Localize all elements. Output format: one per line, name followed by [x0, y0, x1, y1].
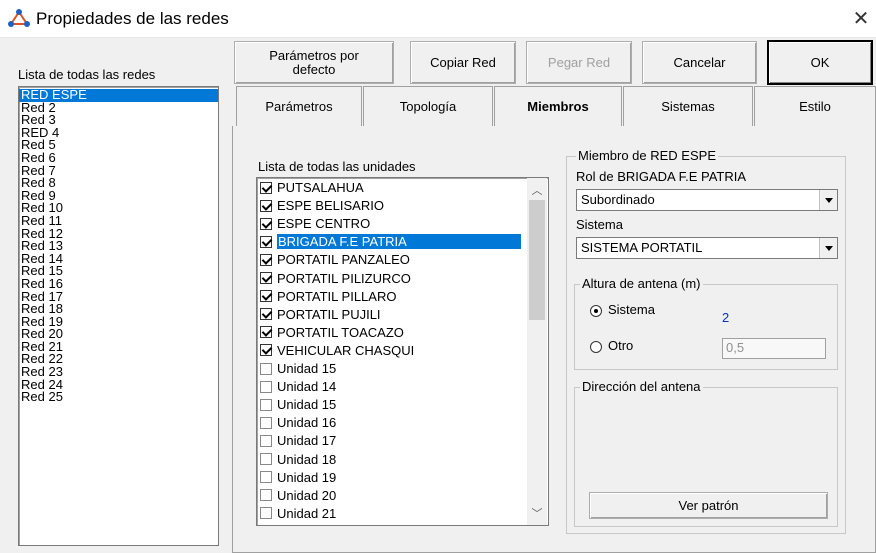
tab-miembros[interactable]: Miembros	[494, 86, 622, 126]
antenna-height-title: Altura de antena (m)	[580, 276, 703, 291]
units-scrollbar[interactable]: ︿ ﹀	[527, 178, 547, 525]
networks-list-header: Lista de todas las redes	[18, 67, 156, 82]
tab-topologia[interactable]: Topología	[363, 86, 493, 126]
unit-list-item[interactable]: PORTATIL PANZALEO	[260, 251, 410, 268]
unit-checkbox[interactable]	[260, 326, 272, 339]
ok-button[interactable]: OK	[768, 41, 872, 84]
antenna-direction-title: Dirección del antena	[580, 379, 703, 394]
unit-checkbox[interactable]	[260, 290, 272, 303]
system-label: Sistema	[576, 217, 623, 232]
unit-label: PORTATIL PILIZURCO	[277, 270, 411, 286]
unit-checkbox[interactable]	[260, 253, 272, 266]
close-icon[interactable]: ✕	[846, 0, 876, 38]
unit-checkbox[interactable]	[260, 398, 272, 411]
unit-list-item[interactable]: PORTATIL PUJILI	[260, 306, 381, 323]
tab-estilo[interactable]: Estilo	[754, 86, 876, 126]
role-select[interactable]: Subordinado	[576, 189, 838, 211]
unit-checkbox[interactable]	[260, 507, 272, 520]
unit-label: Unidad 15	[277, 397, 337, 413]
unit-checkbox[interactable]	[260, 434, 272, 447]
unit-checkbox[interactable]	[260, 217, 272, 230]
networks-list[interactable]: RED ESPE Red 2 Red 3 RED 4 Red 5 Red 6 Red 7 Re…	[18, 86, 219, 546]
unit-list-item[interactable]: Unidad 15	[260, 396, 336, 413]
unit-label: Unidad 15	[277, 361, 337, 376]
scroll-down-icon[interactable]: ﹀	[527, 505, 547, 523]
scroll-thumb[interactable]	[529, 200, 545, 320]
unit-checkbox[interactable]	[260, 308, 272, 321]
unit-list-item[interactable]: Unidad 16	[260, 414, 336, 431]
unit-list-item[interactable]: BRIGADA F.E PATRIA	[260, 233, 521, 250]
unit-label: PORTATIL PANZALEO	[277, 252, 410, 268]
unit-list-item[interactable]: ESPE BELISARIO	[260, 197, 384, 214]
unit-label: Unidad 20	[277, 487, 337, 503]
unit-checkbox[interactable]	[260, 181, 272, 194]
cancel-button[interactable]: Cancelar	[642, 41, 757, 84]
system-height-label: Sistema	[608, 302, 655, 317]
unit-list-item[interactable]: Unidad 17	[260, 432, 336, 449]
unit-list-item[interactable]: PORTATIL PILIZURCO	[260, 270, 411, 287]
system-height-value: 2	[722, 310, 730, 325]
unit-list-item[interactable]: Unidad 21	[260, 505, 336, 522]
default-parameters-button[interactable]: Parámetros por defecto	[234, 41, 394, 84]
network-list-item[interactable]: Red 25	[19, 390, 218, 404]
copy-network-button[interactable]: Copiar Red	[410, 41, 516, 84]
unit-checkbox[interactable]	[260, 489, 272, 502]
other-height-input[interactable]: 0,5	[722, 338, 826, 359]
unit-list-item[interactable]: PORTATIL TOACAZO	[260, 324, 404, 341]
unit-label: Unidad 14	[277, 379, 337, 395]
unit-label: PORTATIL TOACAZO	[277, 324, 404, 340]
unit-label: ESPE BELISARIO	[277, 198, 384, 214]
unit-label: VEHICULAR CHASQUI	[277, 342, 415, 358]
unit-label: PORTATIL PILLARO	[277, 288, 397, 304]
unit-checkbox[interactable]	[260, 362, 272, 375]
unit-checkbox[interactable]	[260, 380, 272, 393]
unit-checkbox[interactable]	[260, 453, 272, 465]
role-label: Rol de BRIGADA F.E PATRIA	[576, 169, 747, 184]
default-parameters-label: Parámetros por defecto	[269, 47, 359, 77]
unit-label: PORTATIL PUJILI	[277, 306, 381, 322]
unit-checkbox[interactable]	[260, 471, 272, 484]
member-group-title: Miembro de RED ESPE	[576, 148, 718, 163]
unit-list-item[interactable]: PORTATIL PILLARO	[260, 288, 396, 305]
unit-checkbox[interactable]	[260, 272, 272, 284]
unit-list-item[interactable]: Unidad 15	[260, 360, 336, 377]
unit-list-item[interactable]: Unidad 14	[260, 378, 336, 395]
unit-label: Unidad 16	[277, 415, 337, 431]
unit-label: BRIGADA F.E PATRIA	[277, 234, 521, 250]
other-height-label: Otro	[608, 338, 634, 353]
unit-list-item[interactable]: Unidad 19	[260, 469, 336, 486]
unit-label: Unidad 17	[277, 433, 337, 449]
unit-list-item[interactable]: Unidad 20	[260, 487, 336, 504]
window-title: Propiedades de las redes	[36, 9, 229, 28]
unit-checkbox[interactable]	[260, 199, 272, 212]
unit-list-item[interactable]: VEHICULAR CHASQUI	[260, 342, 414, 359]
title-bar: Propiedades de las redes ✕	[0, 0, 876, 38]
view-pattern-button[interactable]: Ver patrón	[589, 492, 828, 519]
unit-label: Unidad 21	[277, 505, 337, 521]
unit-list-item[interactable]: ESPE CENTRO	[260, 215, 370, 232]
units-list-header: Lista de todas las unidades	[258, 159, 416, 174]
paste-network-button[interactable]: Pegar Red	[526, 41, 632, 84]
other-height-radio[interactable]	[590, 341, 602, 353]
role-value: Subordinado	[581, 192, 655, 207]
system-height-radio[interactable]	[590, 305, 602, 317]
unit-label: Unidad 18	[277, 451, 337, 467]
chevron-down-icon[interactable]	[819, 190, 837, 210]
scroll-up-icon[interactable]: ︿	[527, 182, 547, 200]
chevron-down-icon[interactable]	[819, 238, 837, 258]
system-value: SISTEMA PORTATIL	[581, 240, 703, 255]
unit-label: ESPE CENTRO	[277, 216, 371, 232]
unit-checkbox[interactable]	[260, 416, 272, 429]
unit-checkbox[interactable]	[260, 344, 272, 357]
unit-checkbox[interactable]	[260, 235, 272, 248]
unit-list-item[interactable]: Unidad 18	[260, 451, 336, 468]
network-app-icon	[8, 9, 30, 27]
unit-list-item[interactable]: PUTSALAHUA	[260, 179, 364, 196]
unit-label: Unidad 19	[277, 469, 337, 485]
tab-sistemas[interactable]: Sistemas	[623, 86, 753, 126]
tab-parametros[interactable]: Parámetros	[236, 86, 362, 126]
unit-label: PUTSALAHUA	[277, 180, 364, 195]
system-select[interactable]: SISTEMA PORTATIL	[576, 237, 838, 259]
